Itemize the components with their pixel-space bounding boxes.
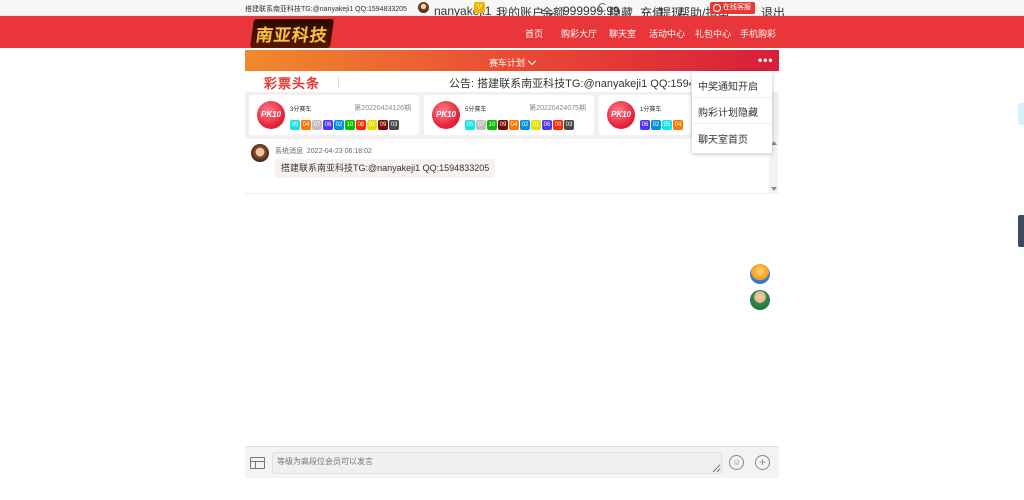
message-sender: 系统消息 (275, 148, 303, 155)
nav-gift-center[interactable]: 礼包中心 (695, 27, 731, 40)
divider (692, 97, 772, 98)
pk10-logo-icon: PK10 (432, 101, 460, 129)
menu-item-chatroom-home[interactable]: 聊天室首页 (698, 131, 748, 146)
result-ball: 06 (640, 120, 650, 130)
result-ball: 03 (564, 120, 574, 130)
nav-lottery-hall[interactable]: 购彩大厅 (561, 27, 597, 40)
divider (338, 76, 339, 88)
result-balls: 05 07 10 09 04 02 01 06 08 03 (465, 115, 575, 130)
user-avatar[interactable] (418, 2, 429, 13)
result-ball: 02 (520, 120, 530, 130)
result-balls: 06 02 05 04 (640, 115, 684, 130)
result-ball: 05 (662, 120, 672, 130)
announcement-text: 公告: 搭建联系南亚科技TG:@nanyakeji1 QQ:1594833205 (449, 78, 691, 90)
nav-activity-center[interactable]: 活动中心 (649, 27, 685, 40)
lottery-name: 3分赛车 (290, 107, 312, 113)
lottery-period: 第20220424075期 (529, 105, 586, 112)
result-balls: 05 04 07 06 02 10 08 01 09 03 (290, 115, 400, 130)
refresh-icon[interactable] (598, 3, 607, 12)
more-dropdown-menu: 中奖通知开启 购彩计划隐藏 聊天室首页 (692, 71, 772, 153)
pk10-logo-icon: PK10 (607, 101, 635, 129)
side-float-tab[interactable] (1018, 103, 1024, 125)
message-bubble: 搭建联系南亚科技TG:@nanyakeji1 QQ:1594833205 (275, 159, 496, 178)
result-ball: 01 (531, 120, 541, 130)
message-time: 2022-04-23 06:18:02 (306, 148, 372, 155)
gift-float-icon[interactable] (750, 264, 770, 284)
chevron-down-icon (527, 56, 537, 66)
result-ball: 01 (367, 120, 377, 130)
result-ball: 06 (542, 120, 552, 130)
headset-icon (713, 4, 721, 12)
scroll-down-icon[interactable] (771, 187, 777, 191)
chat-input[interactable] (272, 452, 722, 474)
message-avatar (251, 144, 269, 162)
lottery-name: 5分赛车 (465, 107, 487, 113)
site-logo[interactable]: 南亚科技 (249, 19, 335, 48)
divider (692, 123, 772, 124)
result-ball: 02 (334, 120, 344, 130)
online-service-button[interactable]: 在线客服 (710, 2, 755, 14)
result-ball: 04 (673, 120, 683, 130)
lottery-headline-logo: 彩票头条 (264, 76, 321, 91)
menu-item-win-notify[interactable]: 中奖通知开启 (698, 78, 758, 93)
result-ball: 09 (378, 120, 388, 130)
side-toolbar-tab[interactable] (1018, 215, 1024, 247)
result-ball: 07 (312, 120, 322, 130)
result-ball: 07 (476, 120, 486, 130)
customer-service-float-icon[interactable] (750, 290, 770, 310)
main-nav (0, 16, 1024, 48)
lottery-card[interactable]: PK10 5分赛车 第20220424075期 05 07 10 09 04 02 01 06… (424, 95, 594, 135)
lottery-card[interactable]: PK10 1分赛车 06 02 05 04 (599, 95, 691, 135)
plan-toggle[interactable]: 赛车计划 (245, 56, 779, 69)
lottery-period: 第20220424126期 (354, 105, 411, 112)
contact-text: 搭建联系南亚科技TG:@nanyakeji1 QQ:1594833205 (245, 6, 407, 13)
pk10-logo-icon: PK10 (257, 101, 285, 129)
emoji-icon[interactable]: ☺ (729, 455, 744, 470)
result-ball: 05 (290, 120, 300, 130)
layout-table-icon[interactable] (250, 457, 265, 469)
result-ball: 04 (301, 120, 311, 130)
vip-badge-icon: V (474, 2, 485, 13)
result-ball: 03 (389, 120, 399, 130)
menu-item-hide-plan[interactable]: 购彩计划隐藏 (698, 104, 758, 119)
result-ball: 06 (323, 120, 333, 130)
message-meta: 系统消息 2022-04-23 06:18:02 (275, 146, 372, 156)
more-menu-icon[interactable]: ••• (758, 53, 774, 67)
nav-chatroom[interactable]: 聊天室 (609, 27, 636, 40)
result-ball: 04 (509, 120, 519, 130)
lottery-card[interactable]: PK10 3分赛车 第20220424126期 05 04 07 06 02 10 08 01… (249, 95, 419, 135)
lottery-name: 1分赛车 (640, 107, 662, 113)
result-ball: 10 (345, 120, 355, 130)
result-ball: 05 (465, 120, 475, 130)
result-ball: 09 (498, 120, 508, 130)
result-ball: 10 (487, 120, 497, 130)
nav-mobile-lottery[interactable]: 手机购彩 (740, 27, 776, 40)
result-ball: 08 (356, 120, 366, 130)
result-ball: 02 (651, 120, 661, 130)
result-ball: 08 (553, 120, 563, 130)
plus-icon[interactable]: + (755, 455, 770, 470)
nav-home[interactable]: 首页 (525, 27, 543, 40)
